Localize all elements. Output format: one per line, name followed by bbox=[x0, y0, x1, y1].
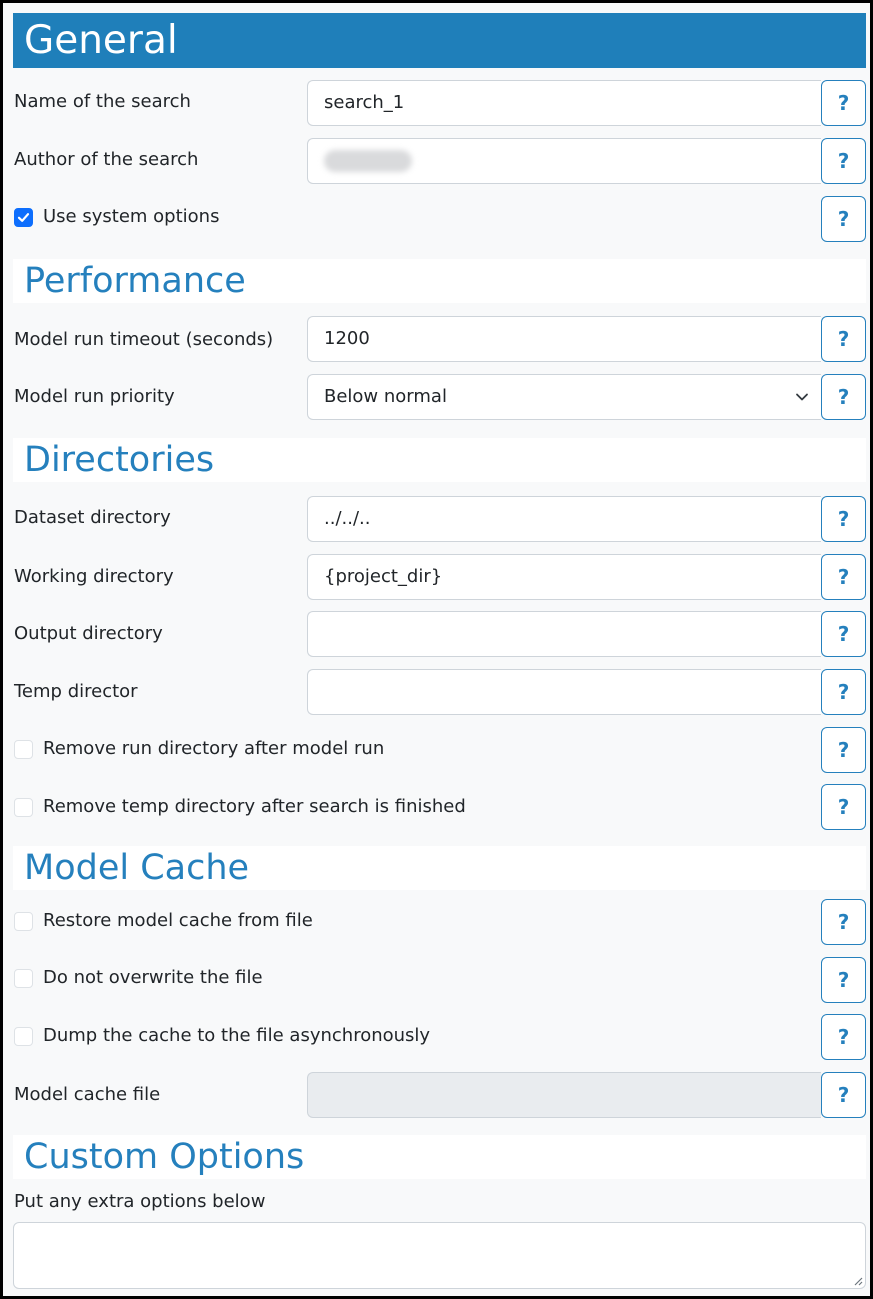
use-system-options-label: Use system options bbox=[43, 206, 220, 227]
remove-temp-directory-label: Remove temp directory after search is fi… bbox=[43, 796, 466, 817]
restore-cache-label: Restore model cache from file bbox=[43, 910, 313, 931]
working-directory-label: Working directory bbox=[14, 566, 174, 587]
system-options-help-button[interactable]: ? bbox=[821, 196, 866, 242]
dump-async-help-button[interactable]: ? bbox=[821, 1014, 866, 1060]
priority-help-button[interactable]: ? bbox=[821, 374, 866, 420]
restore-cache-checkbox[interactable] bbox=[14, 912, 33, 931]
dump-async-label: Dump the cache to the file asynchronousl… bbox=[43, 1025, 431, 1046]
temp-directory-input[interactable] bbox=[307, 669, 821, 715]
output-directory-label: Output directory bbox=[14, 623, 163, 644]
no-overwrite-checkbox[interactable] bbox=[14, 969, 33, 988]
checkmark-icon bbox=[17, 213, 30, 222]
model-cache-title: Model Cache bbox=[13, 846, 866, 890]
author-help-button[interactable]: ? bbox=[821, 138, 866, 184]
directories-title: Directories bbox=[13, 438, 866, 482]
custom-options-title: Custom Options bbox=[13, 1135, 866, 1179]
dataset-directory-label: Dataset directory bbox=[14, 507, 171, 528]
working-directory-help-button[interactable]: ? bbox=[821, 554, 866, 600]
dump-async-checkbox[interactable] bbox=[14, 1027, 33, 1046]
priority-label: Model run priority bbox=[14, 386, 175, 407]
chevron-down-icon bbox=[795, 375, 809, 419]
no-overwrite-help-button[interactable]: ? bbox=[821, 957, 866, 1003]
performance-title: Performance bbox=[13, 259, 866, 303]
output-directory-input[interactable] bbox=[307, 611, 821, 657]
timeout-label: Model run timeout (seconds) bbox=[14, 329, 274, 350]
cache-file-help-button[interactable]: ? bbox=[821, 1072, 866, 1118]
no-overwrite-label: Do not overwrite the file bbox=[43, 967, 263, 988]
search-name-input[interactable]: search_1 bbox=[307, 80, 821, 126]
use-system-options-checkbox[interactable] bbox=[14, 208, 33, 227]
author-input[interactable] bbox=[307, 138, 821, 184]
restore-cache-help-button[interactable]: ? bbox=[821, 899, 866, 945]
priority-selected-value: Below normal bbox=[324, 386, 447, 407]
model-cache-file-input bbox=[307, 1072, 821, 1118]
timeout-input[interactable]: 1200 bbox=[307, 316, 821, 362]
working-directory-input[interactable]: {project_dir} bbox=[307, 554, 821, 600]
remove-temp-directory-checkbox[interactable] bbox=[14, 798, 33, 817]
remove-run-help-button[interactable]: ? bbox=[821, 727, 866, 773]
remove-temp-help-button[interactable]: ? bbox=[821, 784, 866, 830]
name-help-button[interactable]: ? bbox=[821, 80, 866, 126]
dataset-directory-help-button[interactable]: ? bbox=[821, 496, 866, 542]
extra-options-label: Put any extra options below bbox=[14, 1191, 266, 1212]
output-directory-help-button[interactable]: ? bbox=[821, 611, 866, 657]
temp-directory-help-button[interactable]: ? bbox=[821, 669, 866, 715]
author-label: Author of the search bbox=[14, 149, 199, 170]
redacted-author-value bbox=[324, 150, 412, 172]
extra-options-textarea[interactable] bbox=[13, 1222, 866, 1289]
resize-grip-icon[interactable] bbox=[852, 1275, 863, 1286]
model-cache-file-label: Model cache file bbox=[14, 1084, 161, 1105]
general-header: General bbox=[13, 13, 866, 68]
remove-run-directory-label: Remove run directory after model run bbox=[43, 738, 385, 759]
timeout-help-button[interactable]: ? bbox=[821, 316, 866, 362]
priority-select[interactable]: Below normal bbox=[307, 374, 821, 420]
temp-directory-label: Temp director bbox=[14, 681, 138, 702]
settings-panel: General Name of the search search_1 ? Au… bbox=[0, 0, 873, 1299]
remove-run-directory-checkbox[interactable] bbox=[14, 740, 33, 759]
dataset-directory-input[interactable]: ../../.. bbox=[307, 496, 821, 542]
name-of-search-label: Name of the search bbox=[14, 91, 191, 112]
